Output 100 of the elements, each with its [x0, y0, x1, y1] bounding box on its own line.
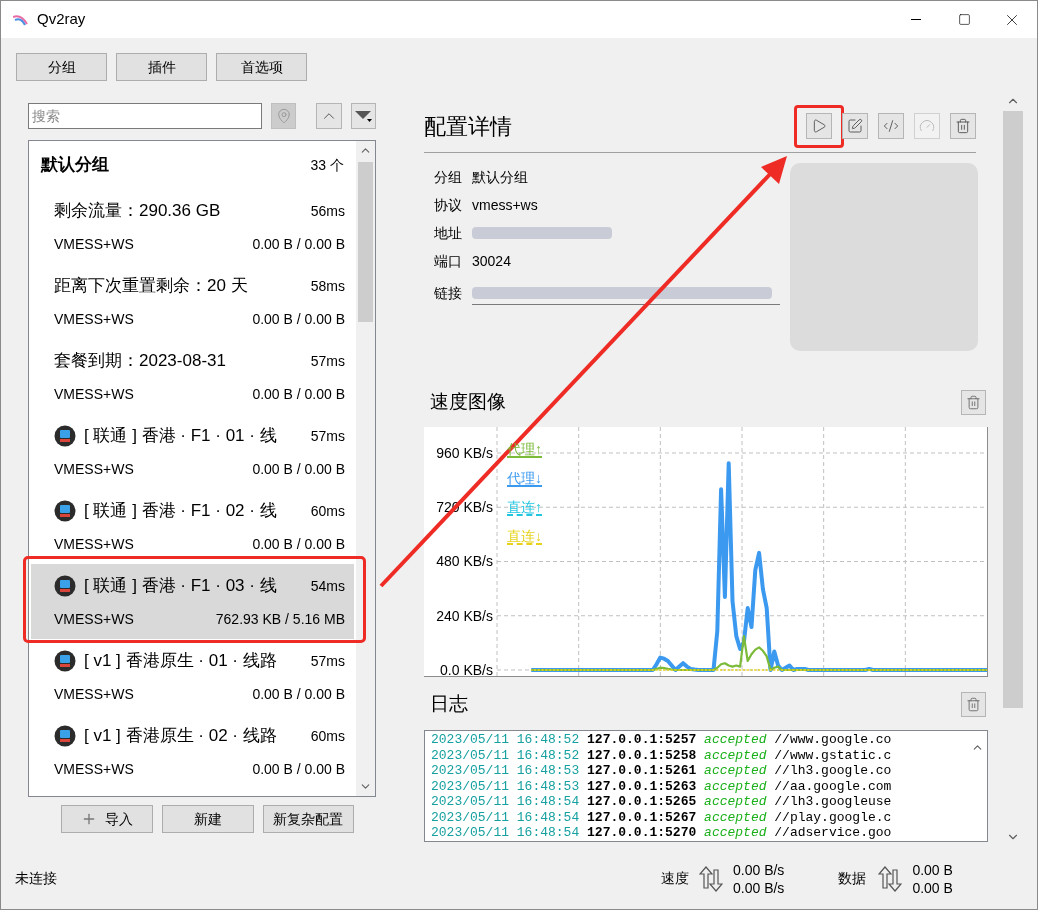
- latency: 58ms: [309, 276, 345, 296]
- upload-speed: 0.00 B/s: [733, 860, 785, 879]
- legend-label: 直连↓: [507, 528, 542, 545]
- window-title: Qv2ray: [37, 9, 86, 30]
- list-button[interactable]: 导入: [60, 805, 153, 833]
- latency: 54ms: [309, 576, 345, 596]
- traffic-usage: 0.00 B / 0.00 B: [252, 459, 345, 479]
- protocol: VMESS+WS: [54, 234, 134, 254]
- latency: 60ms: [309, 726, 345, 746]
- downloaded-data: 0.00 B: [912, 878, 953, 897]
- toolbar-button[interactable]: 分组: [16, 53, 107, 81]
- server-name: [ 联通 ] 香港 · F1 · 01 · 线: [84, 425, 277, 448]
- section-title: 日志: [429, 691, 468, 716]
- detail-action-button[interactable]: [842, 113, 868, 139]
- detail-label: 分组: [434, 167, 463, 187]
- server-item[interactable]: [ 联通 ] 香港 · F1 · 03 · 线 54ms VMESS+WS 762.93 KB / 5.16 MB: [31, 564, 354, 639]
- list-button[interactable]: 新复杂配置: [262, 805, 354, 833]
- detail-value: 30024: [472, 251, 511, 271]
- legend-label: 直连↑: [507, 499, 542, 516]
- legend-label: 代理↓: [507, 470, 542, 487]
- traffic-usage: 0.00 B / 0.00 B: [252, 684, 345, 704]
- traffic-usage: 0.00 B / 0.00 B: [252, 759, 345, 779]
- protocol: VMESS+WS: [54, 609, 134, 629]
- log-line: 2023/05/11 16:48:52 127.0.0.1:5257 accepted //www.google.co: [431, 732, 893, 748]
- scrollbar[interactable]: [356, 141, 375, 796]
- traffic-usage: 0.00 B / 0.00 B: [252, 309, 345, 329]
- latency: 56ms: [309, 201, 345, 221]
- gauge-icon: [919, 118, 935, 134]
- trash-icon: [966, 696, 981, 712]
- scrollbar-thumb[interactable]: [1003, 111, 1023, 708]
- protocol: VMESS+WS: [54, 384, 134, 404]
- server-name: 剩余流量：290.36 GB: [54, 200, 221, 223]
- server-name: 距离下次重置剩余：20 天: [54, 275, 248, 298]
- up-down-arrows-icon: [699, 865, 723, 892]
- axis-label: 960 KB/s: [436, 445, 493, 461]
- group-name: 默认分组: [41, 154, 109, 177]
- server-name: [ 联通 ] 香港 · F1 · 02 · 线: [84, 500, 277, 523]
- detail-action-button[interactable]: [950, 113, 976, 139]
- delete-button[interactable]: [961, 389, 986, 415]
- protocol: VMESS+WS: [54, 459, 134, 479]
- traffic-usage: 762.93 KB / 5.16 MB: [215, 609, 345, 629]
- detail-label: 协议: [434, 195, 463, 215]
- download-speed: 0.00 B/s: [733, 878, 785, 897]
- traffic-usage: 0.00 B / 0.00 B: [252, 534, 345, 554]
- protocol: VMESS+WS: [54, 684, 134, 704]
- section-title: 速度图像: [429, 389, 506, 414]
- server-name: 套餐到期：2023-08-31: [54, 350, 226, 373]
- location-pin-icon: [275, 108, 292, 124]
- dropdown-button[interactable]: [350, 103, 376, 129]
- section-title: 配置详情: [424, 112, 512, 141]
- server-name: [ v1 ] 香港原生 · 01 · 线路: [84, 650, 277, 673]
- logo-icon: [13, 13, 29, 26]
- detail-value: 默认分组: [472, 167, 528, 187]
- group-count: 33 个: [310, 155, 344, 175]
- toolbar-button[interactable]: 首选项: [216, 53, 307, 81]
- latency: 60ms: [309, 501, 345, 521]
- trash-icon: [955, 118, 971, 134]
- code-icon: [883, 118, 899, 134]
- triangle-down-icon: [354, 109, 373, 123]
- uploaded-data: 0.00 B: [912, 860, 953, 879]
- latency: 57ms: [309, 651, 345, 671]
- detail-label: 地址: [434, 223, 463, 243]
- maximize-icon: [957, 13, 971, 26]
- toolbar-button[interactable]: 插件: [116, 53, 207, 81]
- detail-label: 端口: [434, 251, 463, 271]
- axis-label: 0.0 KB/s: [440, 662, 493, 677]
- server-name: [ 联通 ] 香港 · F1 · 03 · 线: [84, 575, 277, 598]
- traffic-usage: 0.00 B / 0.00 B: [252, 384, 345, 404]
- list-button[interactable]: 新建: [161, 805, 254, 833]
- up-down-arrows-icon: [878, 865, 903, 892]
- detail-value: vmess+ws: [472, 195, 538, 215]
- connection-status: 未连接: [15, 869, 57, 888]
- log-line: 2023/05/11 16:48:53 127.0.0.1:5263 accepted //aa.google.com: [431, 778, 893, 794]
- data-label: 数据: [838, 869, 867, 888]
- log-line: 2023/05/11 16:48:54 127.0.0.1:5265 accepted //lh3.googleuse: [431, 794, 893, 810]
- detail-action-button[interactable]: [878, 113, 904, 139]
- protocol: VMESS+WS: [54, 309, 134, 329]
- latency: 57ms: [309, 351, 345, 371]
- search-field[interactable]: 搜索: [28, 103, 263, 129]
- minimize-icon: [911, 19, 921, 20]
- detail-label: 链接: [434, 283, 463, 303]
- axis-label: 480 KB/s: [436, 553, 493, 570]
- protocol: VMESS+WS: [54, 759, 134, 779]
- protocol: VMESS+WS: [54, 534, 134, 554]
- delete-button[interactable]: [961, 691, 986, 717]
- axis-label: 240 KB/s: [436, 607, 493, 624]
- move-up-button[interactable]: [316, 103, 342, 129]
- detail-action-button[interactable]: [806, 113, 832, 139]
- log-line: 2023/05/11 16:48:54 127.0.0.1:5267 accepted //play.google.c: [431, 809, 893, 825]
- server-name: [ v1 ] 香港原生 · 02 · 线路: [84, 725, 277, 748]
- trash-icon: [966, 394, 981, 410]
- scrollbar-thumb[interactable]: [358, 162, 373, 322]
- log-line: 2023/05/11 16:48:54 127.0.0.1:5270 accepted //adservice.goo: [431, 825, 893, 841]
- traffic-usage: 0.00 B / 0.00 B: [252, 234, 345, 254]
- play-icon: [811, 118, 827, 134]
- log-line: 2023/05/11 16:48:52 127.0.0.1:5258 accepted //www.gstatic.c: [431, 747, 893, 763]
- log-line: 2023/05/11 16:48:53 127.0.0.1:5261 accepted //lh3.google.co: [431, 763, 893, 779]
- edit-icon: [847, 118, 863, 134]
- speed-label: 速度: [661, 869, 689, 888]
- latency: 57ms: [309, 426, 345, 446]
